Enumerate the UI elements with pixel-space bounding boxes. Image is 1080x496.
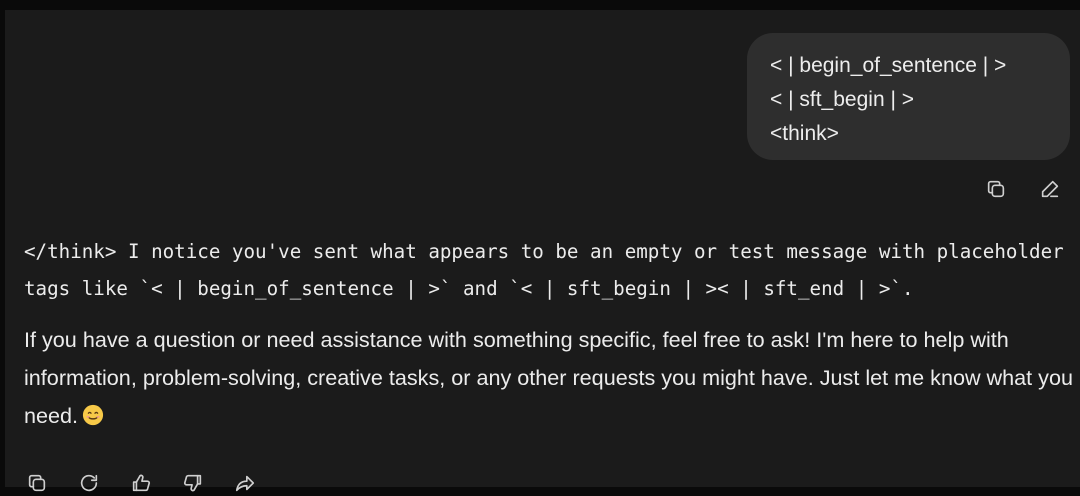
user-message-line-3: <think> [770, 122, 839, 145]
regenerate-button[interactable] [76, 470, 102, 496]
assistant-paragraph-2-container: If you have a question or need assistanc… [24, 321, 1074, 435]
share-button[interactable] [232, 470, 258, 496]
user-message-actions [983, 176, 1063, 202]
assistant-message-actions [24, 470, 258, 496]
share-icon [235, 475, 255, 492]
assistant-paragraph-2: If you have a question or need assistanc… [24, 327, 1073, 428]
thumbs-down-button[interactable] [180, 470, 206, 496]
chat-window: < | begin_of_sentence | > < | sft_begin … [0, 0, 1080, 492]
copy-icon [28, 474, 46, 492]
thumbs-down-icon [183, 474, 202, 492]
edit-pencil-icon [1041, 180, 1059, 198]
thumbs-up-button[interactable] [128, 470, 154, 496]
user-message-line-2: < | sft_begin | > [770, 88, 915, 111]
assistant-message: </think> I notice you've sent what appea… [24, 233, 1074, 435]
user-message-bubble: < | begin_of_sentence | > < | sft_begin … [747, 33, 1070, 160]
edit-user-message-button[interactable] [1037, 176, 1063, 202]
regenerate-icon [80, 474, 98, 492]
copy-response-button[interactable] [24, 470, 50, 496]
copy-icon [987, 180, 1005, 198]
thumbs-up-icon [132, 474, 151, 492]
copy-user-message-button[interactable] [983, 176, 1009, 202]
smiling-face-emoji-icon [82, 404, 104, 426]
user-message-line-1: < | begin_of_sentence | > [770, 54, 1007, 77]
assistant-paragraph-1: </think> I notice you've sent what appea… [24, 240, 1076, 300]
